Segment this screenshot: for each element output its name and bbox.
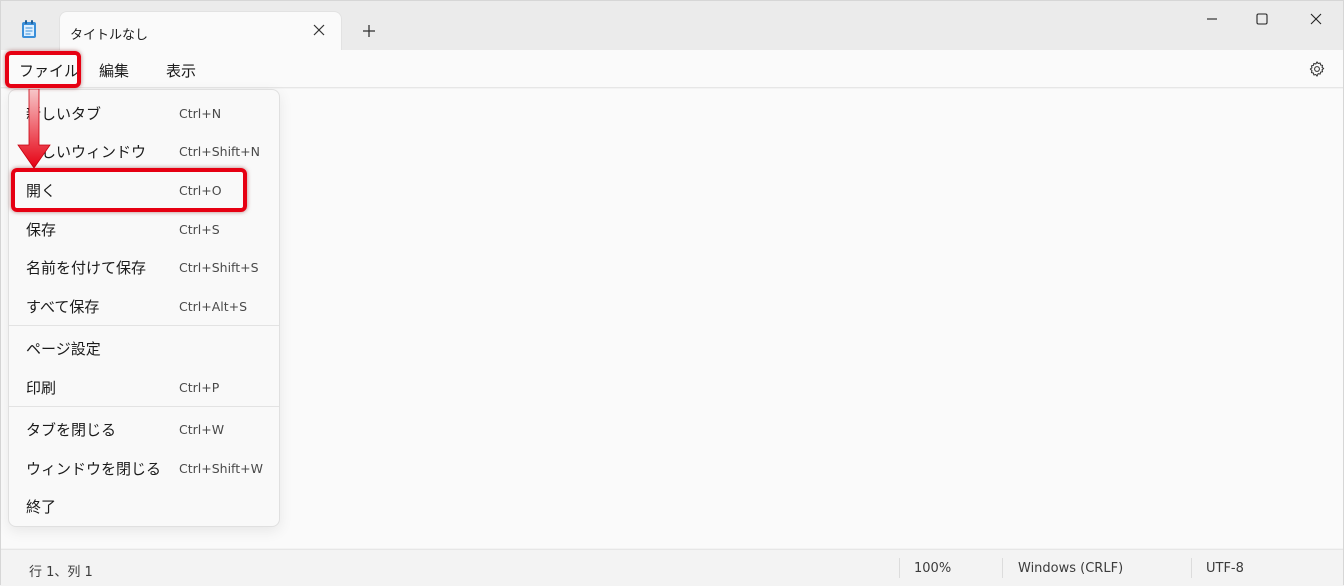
menu-item-label: すべて保存 xyxy=(26,298,100,316)
menu-item-save[interactable]: 保存 Ctrl+S xyxy=(9,209,279,247)
menu-item-new-window[interactable]: 新しいウィンドウ Ctrl+Shift+N xyxy=(9,131,279,169)
status-divider xyxy=(899,558,900,578)
menu-item-shortcut: Ctrl+Alt+S xyxy=(179,299,248,314)
menu-item-shortcut: Ctrl+Shift+S xyxy=(179,260,259,275)
tab-untitled[interactable]: タイトルなし xyxy=(59,11,342,50)
menu-item-open[interactable]: 開く Ctrl+O xyxy=(9,170,279,208)
menu-item-exit[interactable]: 終了 xyxy=(9,486,279,524)
menu-item-shortcut: Ctrl+Shift+W xyxy=(179,461,263,476)
menu-item-close-tab[interactable]: タブを閉じる Ctrl+W xyxy=(9,409,279,447)
notepad-window: タイトルなし ファイル 編集 表示 行 1、列 1 100% Windows (… xyxy=(0,0,1344,586)
menu-item-shortcut: Ctrl+W xyxy=(179,422,225,437)
tab-title: タイトルなし xyxy=(70,28,149,43)
plus-icon[interactable] xyxy=(361,23,377,39)
menu-item-shortcut: Ctrl+S xyxy=(179,222,220,237)
close-icon xyxy=(1310,13,1322,25)
menu-item-shortcut: Ctrl+O xyxy=(179,183,222,198)
menu-view[interactable]: 表示 xyxy=(166,60,196,81)
line-ending[interactable]: Windows (CRLF) xyxy=(1018,561,1123,576)
maximize-icon xyxy=(1256,13,1268,25)
menu-item-label: ページ設定 xyxy=(26,340,101,358)
status-bar: 行 1、列 1 100% Windows (CRLF) UTF-8 xyxy=(1,549,1343,586)
menu-item-label: 開く xyxy=(26,182,57,200)
close-icon[interactable] xyxy=(311,22,327,38)
menu-edit[interactable]: 編集 xyxy=(99,60,129,81)
menu-item-close-window[interactable]: ウィンドウを閉じる Ctrl+Shift+W xyxy=(9,448,279,486)
menu-item-save-as[interactable]: 名前を付けて保存 Ctrl+Shift+S xyxy=(9,247,279,285)
menu-item-print[interactable]: 印刷 Ctrl+P xyxy=(9,367,279,405)
title-bar: タイトルなし xyxy=(1,1,1343,50)
menu-divider xyxy=(9,325,279,326)
menu-item-new-tab[interactable]: 新しいタブ Ctrl+N xyxy=(9,93,279,131)
menu-file[interactable]: ファイル xyxy=(19,60,79,81)
file-menu-dropdown: 新しいタブ Ctrl+N 新しいウィンドウ Ctrl+Shift+N 開く Ct… xyxy=(8,89,280,527)
menu-item-label: 保存 xyxy=(26,221,57,239)
encoding[interactable]: UTF-8 xyxy=(1206,561,1244,576)
menu-bar: ファイル 編集 表示 xyxy=(1,50,1343,88)
menu-item-shortcut: Ctrl+Shift+N xyxy=(179,144,260,159)
maximize-button[interactable] xyxy=(1237,1,1287,37)
menu-item-label: 名前を付けて保存 xyxy=(26,259,147,277)
menu-divider xyxy=(9,406,279,407)
minimize-icon xyxy=(1207,18,1217,20)
status-divider xyxy=(1002,558,1003,578)
menu-item-label: 終了 xyxy=(26,498,57,516)
gear-icon[interactable] xyxy=(1308,60,1326,78)
cursor-position: 行 1、列 1 xyxy=(29,565,93,580)
zoom-level[interactable]: 100% xyxy=(914,561,951,576)
close-window-button[interactable] xyxy=(1291,1,1341,37)
menu-item-page-setup[interactable]: ページ設定 xyxy=(9,328,279,366)
minimize-button[interactable] xyxy=(1187,1,1237,37)
menu-item-label: 印刷 xyxy=(26,379,57,397)
menu-item-label: ウィンドウを閉じる xyxy=(26,460,162,478)
menu-item-label: タブを閉じる xyxy=(26,421,117,439)
menu-item-label: 新しいウィンドウ xyxy=(26,143,147,161)
menu-item-save-all[interactable]: すべて保存 Ctrl+Alt+S xyxy=(9,286,279,324)
menu-item-label: 新しいタブ xyxy=(26,105,102,123)
notepad-icon xyxy=(22,20,36,38)
menu-item-shortcut: Ctrl+N xyxy=(179,106,222,121)
status-divider xyxy=(1191,558,1192,578)
menu-item-shortcut: Ctrl+P xyxy=(179,380,220,395)
